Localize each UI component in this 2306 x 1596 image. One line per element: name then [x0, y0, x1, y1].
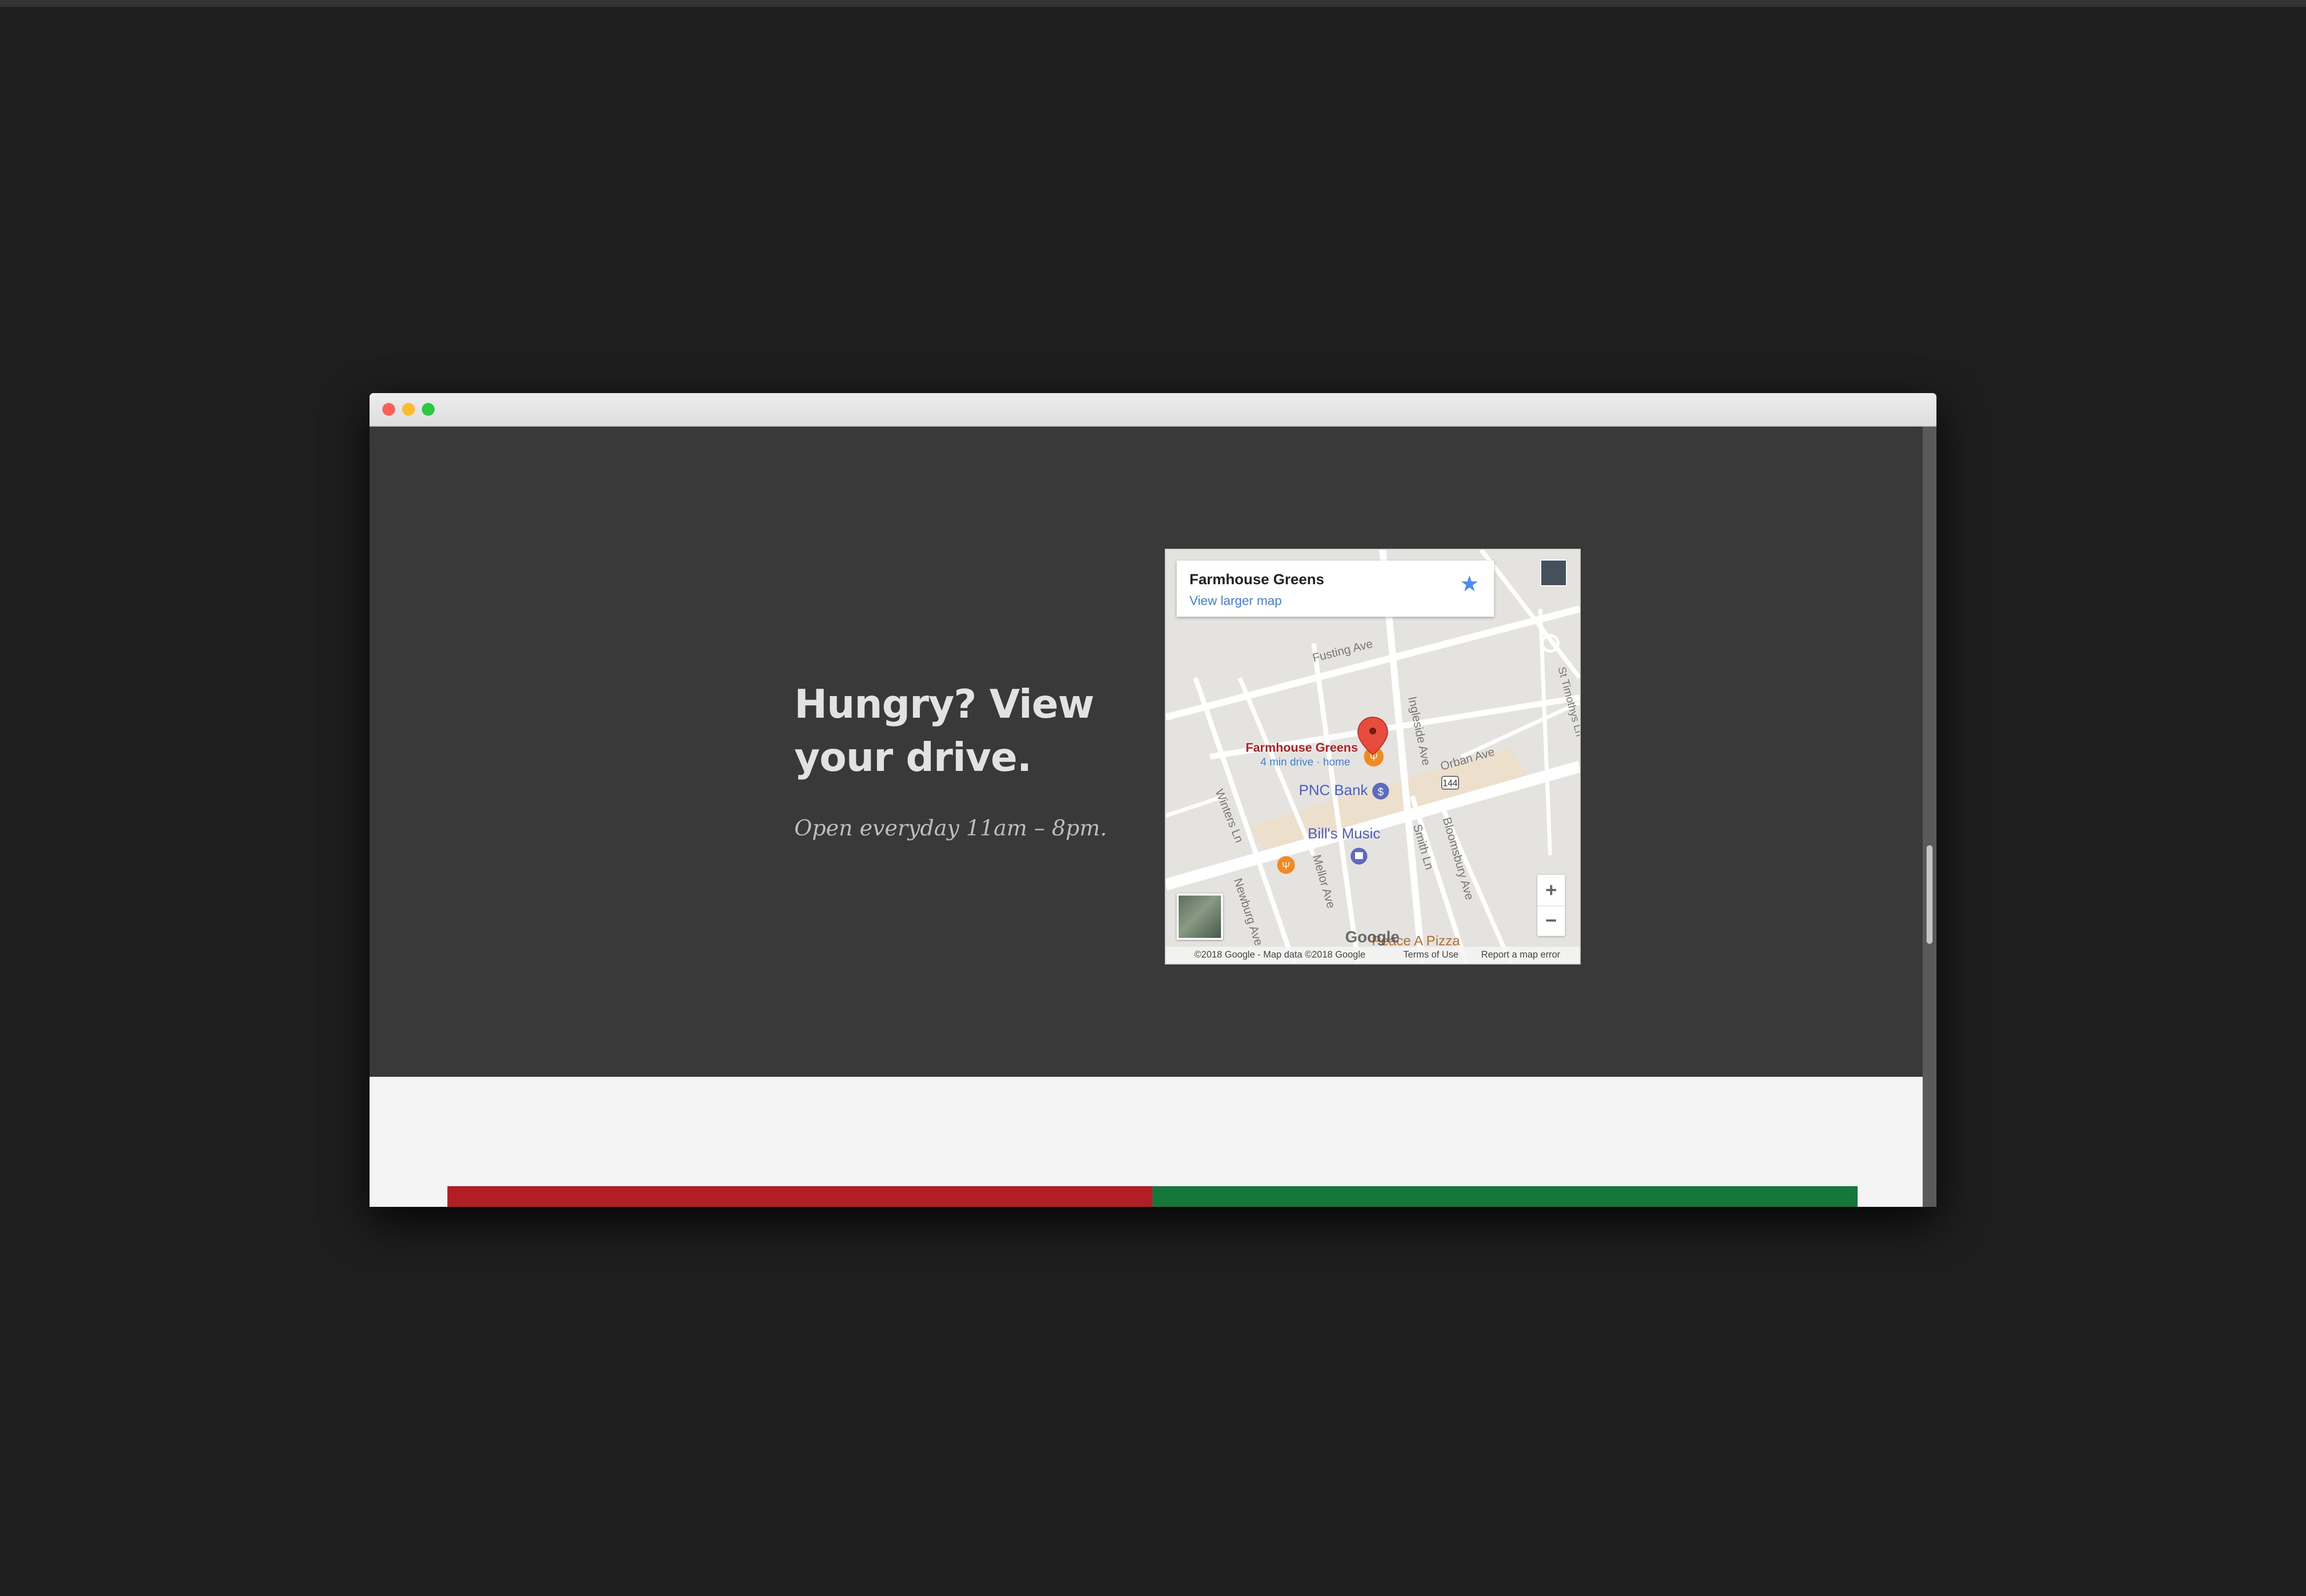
restaurant-icon: Ψ: [1282, 861, 1290, 871]
scrollbar[interactable]: [1923, 427, 1936, 1207]
zoom-in-button[interactable]: +: [1537, 875, 1565, 906]
street-label: Ingleside Ave: [1405, 696, 1433, 767]
star-icon[interactable]: ★: [1460, 569, 1479, 599]
bank-icon: $: [1378, 786, 1384, 798]
place-card: Farmhouse Greens View larger map ★: [1177, 561, 1494, 617]
red-bar: [447, 1186, 1153, 1207]
store-icon: [1355, 852, 1363, 859]
google-logo: Google: [1345, 928, 1400, 946]
browser-window: Hungry? View your drive. Open everyday 1…: [370, 393, 1936, 1207]
poi-bank-label[interactable]: PNC Bank: [1299, 782, 1368, 799]
avatar[interactable]: [1540, 560, 1567, 586]
poi-music-label[interactable]: Bill's Music: [1308, 826, 1380, 842]
zoom-out-button[interactable]: −: [1537, 905, 1565, 936]
street-label: Newburg Ave: [1231, 877, 1265, 948]
window-titlebar[interactable]: [370, 393, 1936, 427]
desktop-top-edge: [0, 0, 2306, 7]
page-viewport: Hungry? View your drive. Open everyday 1…: [370, 427, 1936, 1207]
location-pin-icon: [1357, 716, 1389, 756]
green-bar: [1153, 1186, 1858, 1207]
opening-hours: Open everyday 11am – 8pm.: [794, 816, 1107, 841]
embedded-map[interactable]: 144 Fusting Ave Ingleside Ave Orban Ave …: [1165, 549, 1581, 964]
satellite-toggle[interactable]: [1177, 894, 1223, 940]
route-shield: 144: [1443, 778, 1458, 788]
marker-sublabel: 4 min drive · home: [1260, 756, 1351, 768]
map-footer: ©2018 Google - Map data ©2018 Google Ter…: [1166, 947, 1580, 964]
color-bars: [447, 1186, 1858, 1207]
street-label: Mellor Ave: [1310, 853, 1338, 910]
scrollbar-thumb[interactable]: [1927, 845, 1933, 944]
report-error-link[interactable]: Report a map error: [1481, 947, 1560, 964]
zoom-control: + −: [1537, 875, 1565, 936]
map-copyright: ©2018 Google - Map data ©2018 Google: [1194, 950, 1366, 960]
close-window-button[interactable]: [382, 403, 395, 416]
street-label: Bloomsbury Ave: [1440, 816, 1476, 901]
street-label: Fusting Ave: [1311, 637, 1374, 665]
zoom-window-button[interactable]: [422, 403, 435, 416]
terms-link[interactable]: Terms of Use: [1403, 947, 1458, 964]
place-title: Farmhouse Greens: [1189, 571, 1324, 588]
minimize-window-button[interactable]: [402, 403, 415, 416]
view-larger-map-link[interactable]: View larger map: [1189, 593, 1282, 608]
section-headline: Hungry? View your drive.: [794, 681, 1094, 780]
hours-location-section: Hungry? View your drive. Open everyday 1…: [370, 427, 1923, 1077]
marker-label[interactable]: Farmhouse Greens: [1246, 741, 1358, 755]
